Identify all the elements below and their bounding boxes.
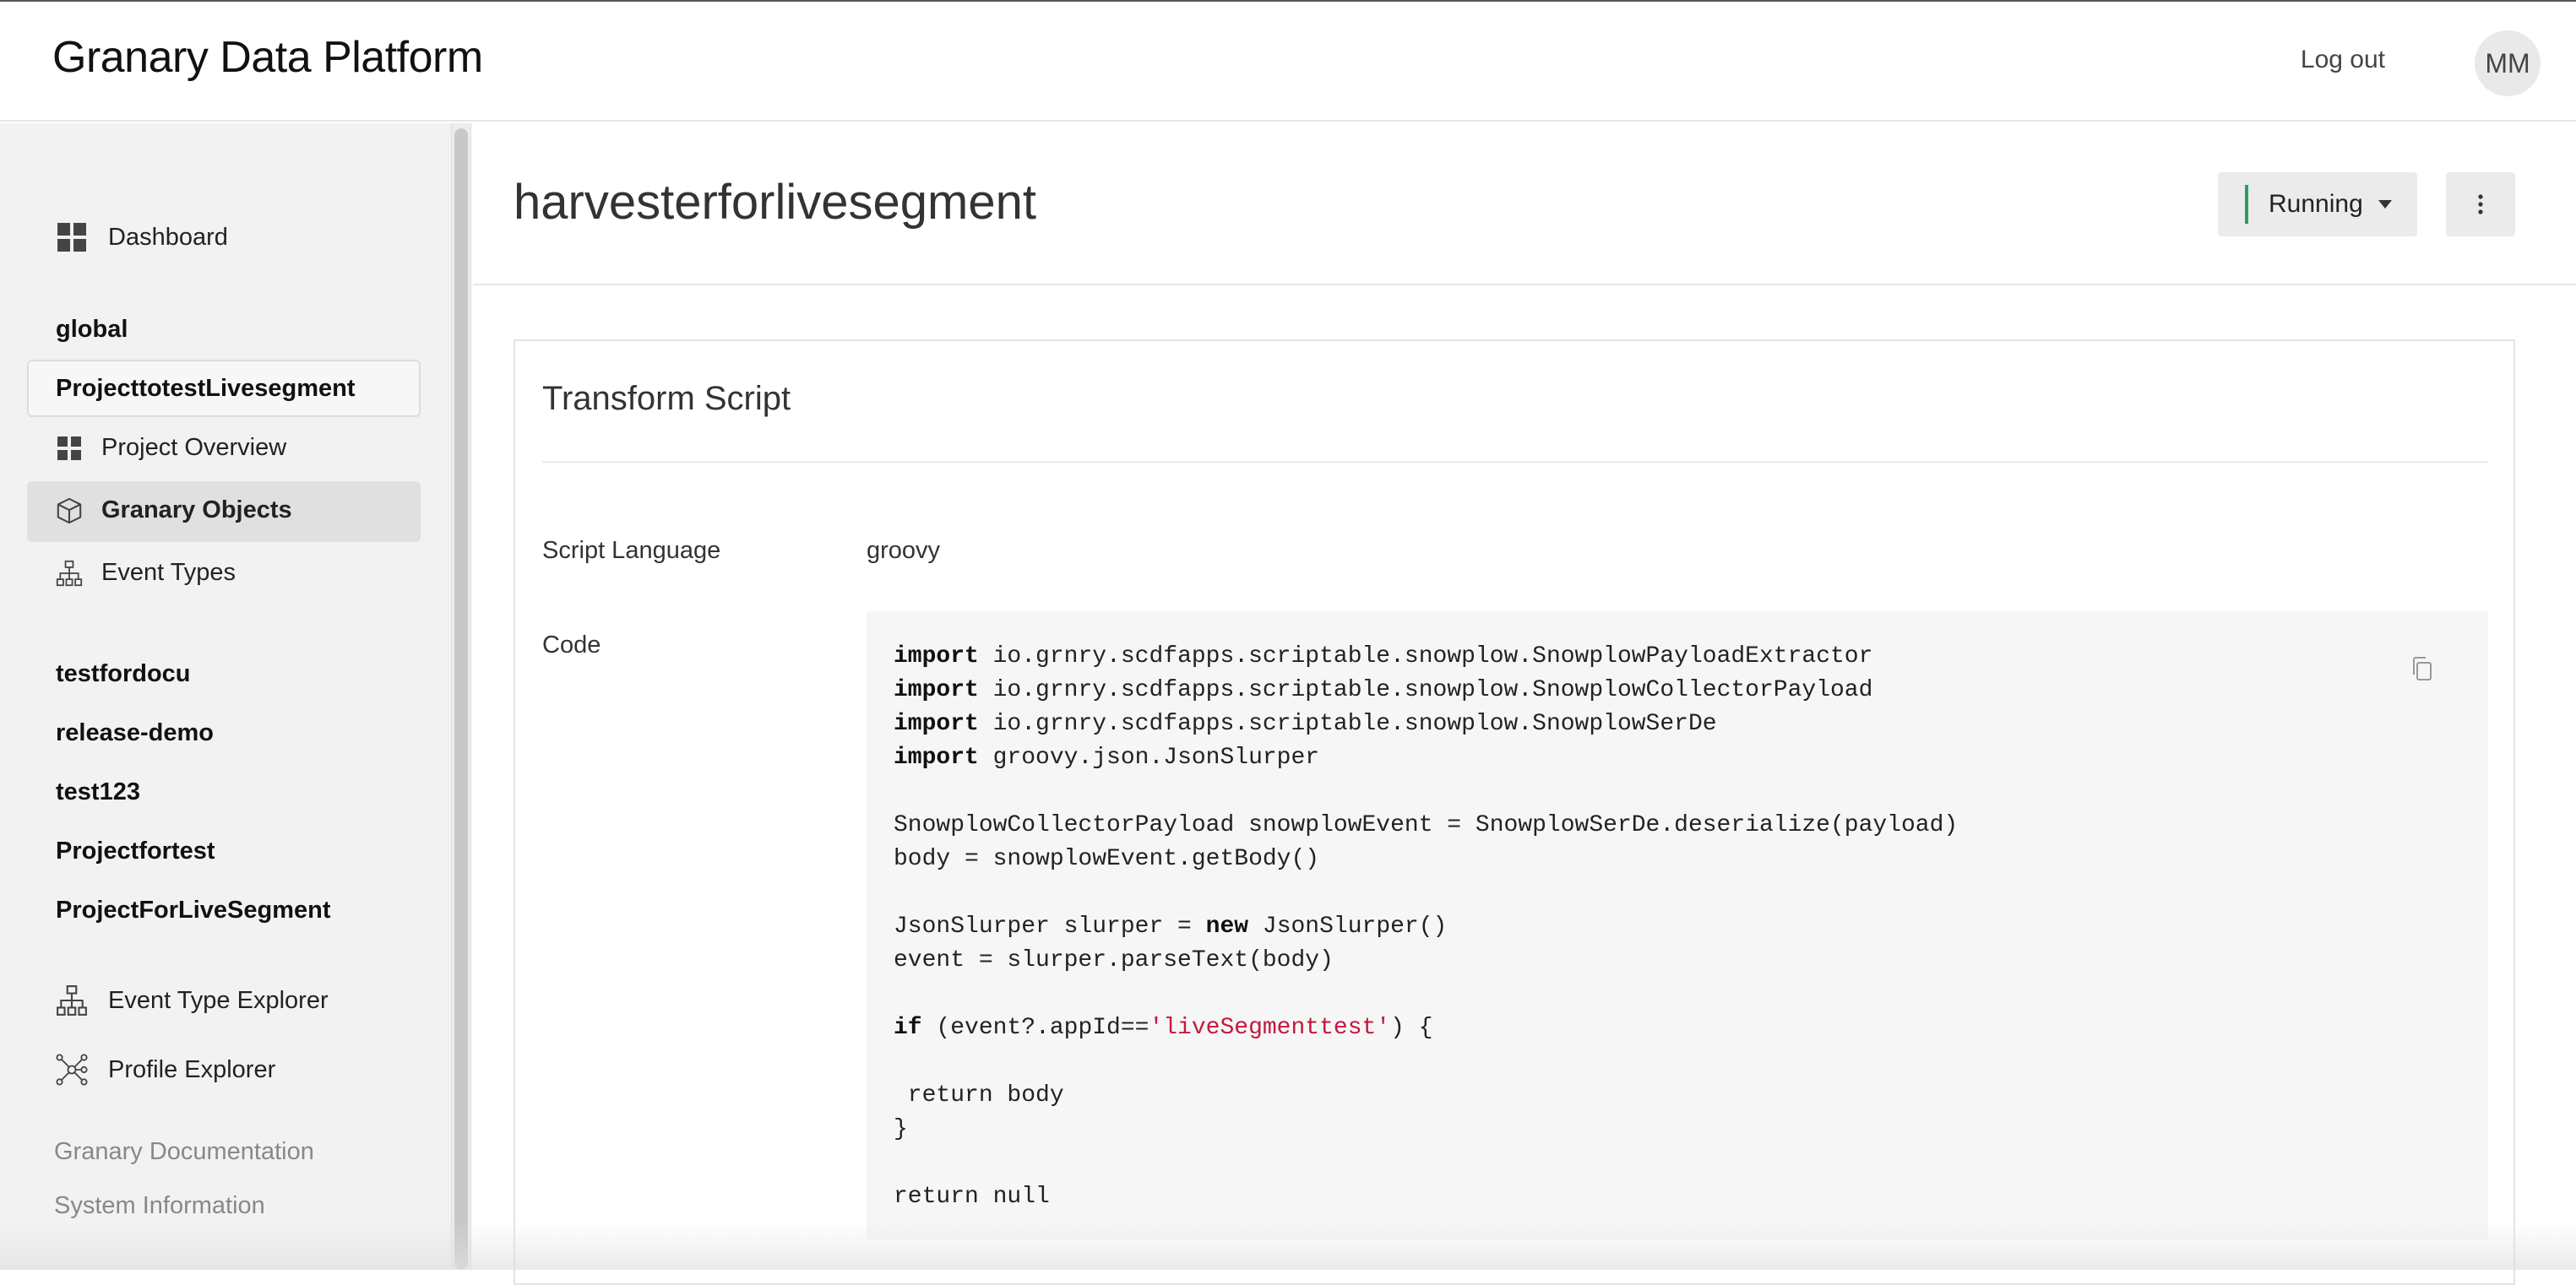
sidebar-item-project-overview[interactable]: Project Overview: [56, 434, 286, 462]
code-line: import io.grnry.scdfapps.scriptable.snow…: [894, 643, 1873, 670]
sidebar-item-event-type-explorer[interactable]: Event Type Explorer: [56, 984, 329, 1017]
sidebar-item-label: Event Types: [101, 559, 236, 586]
code-content: import io.grnry.scdfapps.scriptable.snow…: [894, 640, 1958, 1214]
sidebar-project-projectforlivesegment[interactable]: ProjectForLiveSegment: [56, 897, 331, 924]
sidebar-project-testfordocu[interactable]: testfordocu: [56, 660, 191, 688]
more-options-button[interactable]: [2446, 172, 2515, 236]
sidebar-item-global[interactable]: global: [56, 316, 128, 344]
sidebar-item-dashboard[interactable]: Dashboard: [56, 221, 228, 253]
sidebar-project-release-demo[interactable]: release-demo: [56, 719, 214, 747]
script-language-label: Script Language: [542, 537, 721, 564]
code-line: SnowplowCollectorPayload snowplowEvent =…: [894, 812, 1959, 838]
sidebar-project-projectfortest[interactable]: Projectfortest: [56, 838, 215, 865]
code-line: return null: [894, 1184, 1050, 1210]
network-icon: [56, 1054, 88, 1086]
logout-link[interactable]: Log out: [2301, 46, 2385, 74]
card-title: Transform Script: [542, 380, 791, 417]
sidebar-project-test123[interactable]: test123: [56, 778, 140, 806]
sidebar-scrollbar-thumb[interactable]: [454, 128, 468, 1270]
page-title: harvesterforlivesegment: [514, 175, 1036, 230]
code-line: import groovy.json.JsonSlurper: [894, 745, 1320, 771]
code-line: import io.grnry.scdfapps.scriptable.snow…: [894, 711, 1717, 737]
app-header: Granary Data Platform Log out MM: [0, 2, 2576, 122]
code-line: body = snowplowEvent.getBody(): [894, 846, 1320, 872]
app-title: Granary Data Platform: [52, 33, 483, 82]
sidebar-item-label: Profile Explorer: [108, 1055, 276, 1083]
copy-icon[interactable]: [2409, 655, 2437, 684]
status-label: Running: [2269, 190, 2363, 218]
status-dropdown[interactable]: Running: [2218, 172, 2417, 236]
code-label: Code: [542, 632, 601, 659]
sidebar-item-profile-explorer[interactable]: Profile Explorer: [56, 1054, 275, 1086]
cube-icon: [56, 497, 83, 524]
sidebar: [0, 123, 451, 1270]
more-vertical-icon: [2478, 194, 2483, 214]
sidebar-item-granary-objects[interactable]: Granary Objects: [56, 496, 292, 524]
code-line: return body: [894, 1082, 1064, 1109]
grid-icon: [56, 435, 83, 462]
status-indicator: [2245, 185, 2248, 224]
avatar[interactable]: MM: [2475, 30, 2541, 96]
system-information-link[interactable]: System Information: [54, 1192, 265, 1220]
code-line: }: [894, 1116, 908, 1142]
script-language-value: groovy: [867, 537, 941, 564]
sidebar-item-label: Project Overview: [101, 434, 287, 461]
code-line: event = slurper.parseText(body): [894, 947, 1334, 973]
documentation-link[interactable]: Granary Documentation: [54, 1138, 314, 1166]
current-project-selector[interactable]: ProjecttotestLivesegment: [27, 360, 421, 417]
sidebar-item-label: Event Type Explorer: [108, 986, 329, 1014]
sidebar-item-label: Dashboard: [108, 223, 228, 251]
hierarchy-icon: [56, 560, 83, 587]
code-line: JsonSlurper slurper = new JsonSlurper(): [894, 914, 1448, 940]
sidebar-item-label: Granary Objects: [101, 496, 292, 523]
code-line: import io.grnry.scdfapps.scriptable.snow…: [894, 677, 1873, 703]
chevron-down-icon: [2378, 200, 2392, 209]
sidebar-item-event-types[interactable]: Event Types: [56, 559, 236, 587]
card-divider: [542, 461, 2488, 463]
dashboard-icon: [56, 221, 88, 253]
code-line: if (event?.appId=='liveSegmenttest') {: [894, 1015, 1433, 1041]
hierarchy-icon: [56, 984, 88, 1017]
